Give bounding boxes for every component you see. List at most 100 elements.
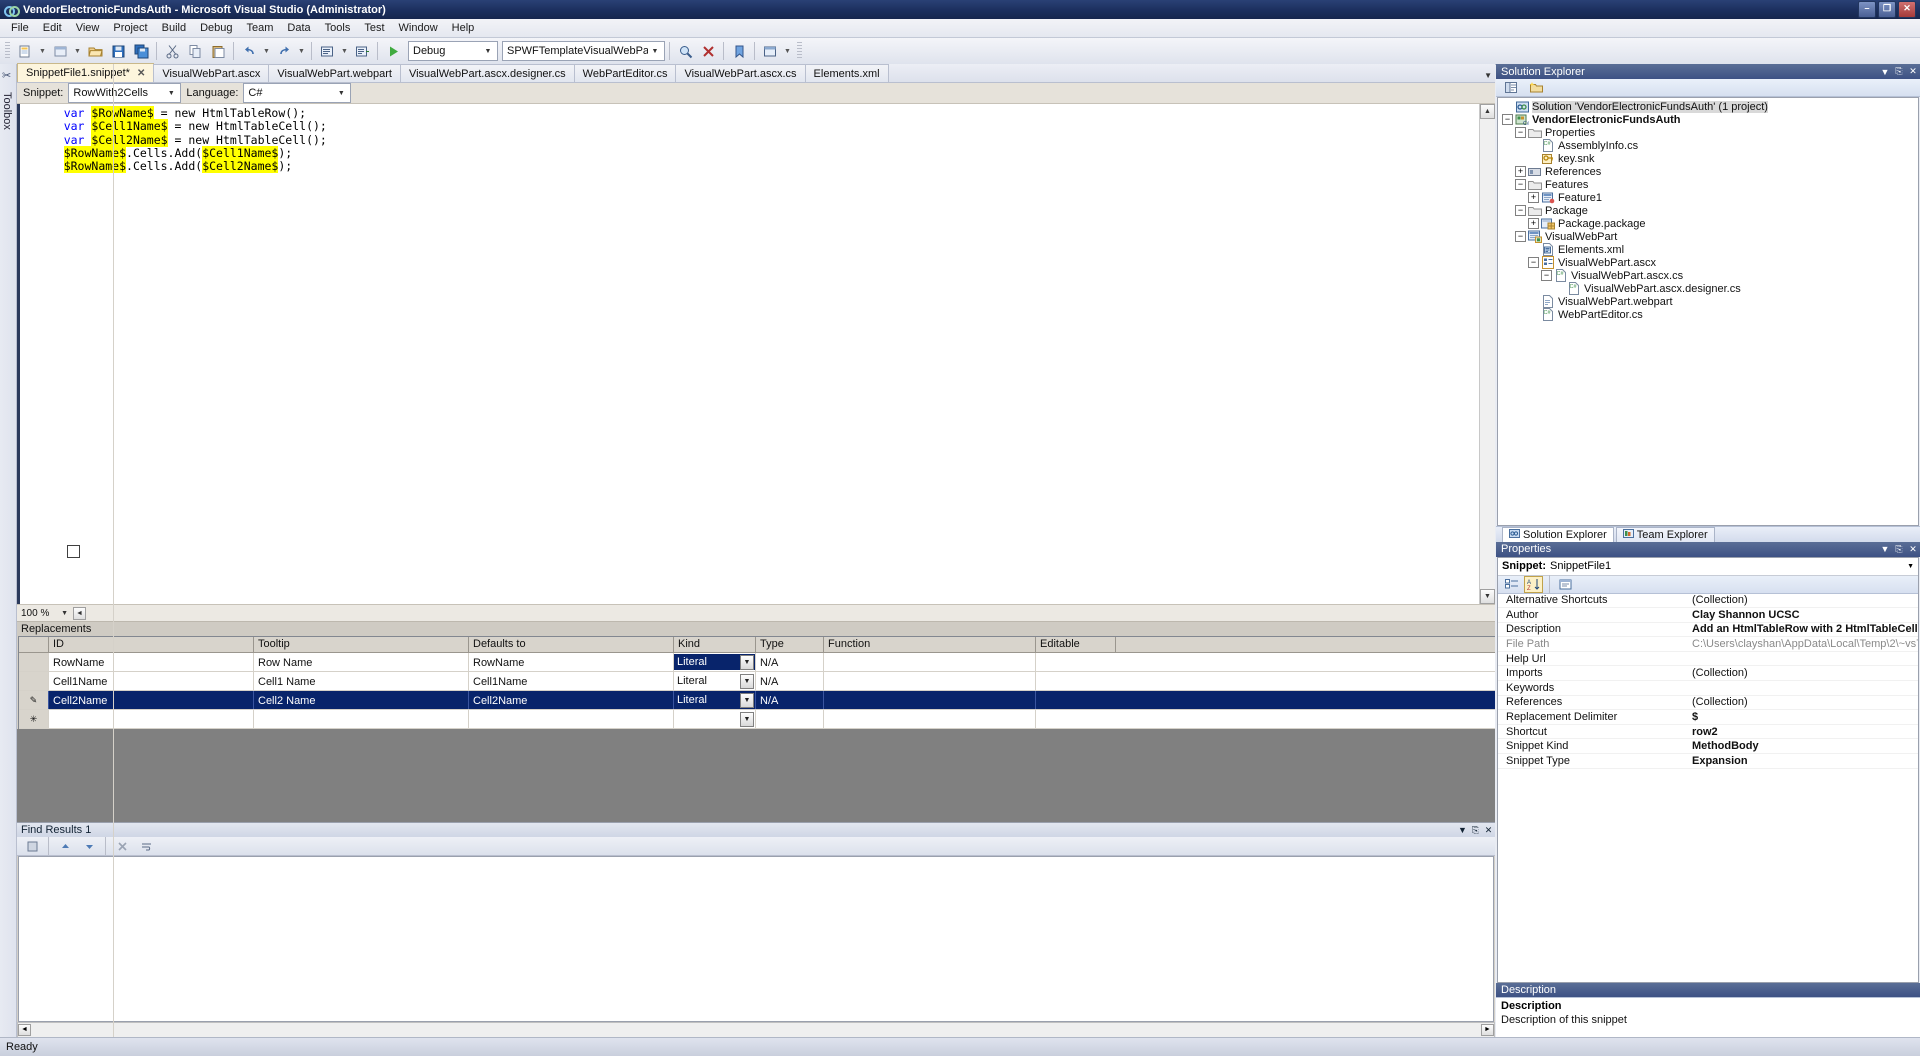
save-icon[interactable] <box>107 40 129 62</box>
cell-tooltip[interactable]: Cell2 Name <box>254 691 469 709</box>
property-row[interactable]: Help Url <box>1498 652 1918 667</box>
replacements-grid[interactable]: ID Tooltip Defaults to Kind Type Function Edit… <box>18 64 1495 1038</box>
cell-editable-checkbox[interactable] <box>34 64 114 1038</box>
menu-debug[interactable]: Debug <box>193 20 239 36</box>
property-value[interactable]: Expansion <box>1688 755 1918 767</box>
redo-icon[interactable] <box>273 40 295 62</box>
property-row[interactable]: Author Clay Shannon UCSC <box>1498 608 1918 623</box>
table-row[interactable]: Cell1Name Cell1 Name Cell1Name Literal ▼ N/A <box>19 64 1495 1038</box>
clear-results-icon[interactable] <box>111 835 133 857</box>
add-window-icon[interactable] <box>49 40 71 62</box>
tree-node[interactable]: + Package.package <box>1498 217 1918 230</box>
tab-webparteditor[interactable]: WebPartEditor.cs <box>573 64 677 82</box>
tree-node[interactable]: −C#VendorElectronicFundsAuth <box>1498 113 1918 126</box>
collapse-icon[interactable]: − <box>1515 127 1526 138</box>
alphabetical-icon[interactable]: AZ <box>1524 575 1543 593</box>
solution-configuration-dropdown[interactable]: Debug ▼ <box>408 41 498 61</box>
previous-result-icon[interactable] <box>54 835 76 857</box>
tree-node[interactable]: − Package <box>1498 204 1918 217</box>
cell-type[interactable]: N/A <box>756 653 824 671</box>
collapse-icon[interactable]: − <box>1541 270 1552 281</box>
chevron-down-icon-snippet[interactable]: ▼ <box>164 90 178 97</box>
properties-grid[interactable]: Snippet: SnippetFile1 ▼ AZ Alternative S… <box>1497 556 1919 983</box>
property-row[interactable]: File Path C:\Users\clayshan\AppData\Local… <box>1498 637 1918 652</box>
editor-vertical-scrollbar[interactable]: ▲ ▼ <box>1479 104 1495 604</box>
tree-node[interactable]: Elements.xml <box>1498 243 1918 256</box>
property-row[interactable]: References (Collection) <box>1498 696 1918 711</box>
tree-node[interactable]: − VisualWebPart.ascx <box>1498 256 1918 269</box>
menu-edit[interactable]: Edit <box>36 20 69 36</box>
maximize-button[interactable]: ❐ <box>1878 1 1896 18</box>
toggle-word-wrap-icon[interactable] <box>135 835 157 857</box>
collapse-icon[interactable]: − <box>1515 231 1526 242</box>
toolbar-grip[interactable] <box>5 42 10 60</box>
tree-node[interactable]: + References <box>1498 165 1918 178</box>
navigate-backward-icon[interactable] <box>316 40 338 62</box>
scroll-up-icon[interactable]: ▲ <box>1480 104 1495 119</box>
grid-column-header[interactable]: Kind <box>674 637 756 652</box>
tree-node[interactable]: key.snk <box>1498 152 1918 165</box>
scroll-left-icon-find[interactable]: ◄ <box>18 1024 31 1036</box>
collapse-icon[interactable]: − <box>1515 205 1526 216</box>
find-in-files-icon[interactable] <box>674 40 696 62</box>
dropdown-icon[interactable]: ▼ <box>1456 825 1469 835</box>
cell-tooltip[interactable]: Row Name <box>254 653 469 671</box>
chevron-down-icon-kind[interactable]: ▼ <box>740 673 754 689</box>
startup-project-dropdown[interactable]: SPWFTemplateVisualWebPart ▼ <box>502 41 665 61</box>
undo-icon[interactable] <box>238 40 260 62</box>
chevron-down-icon-kind[interactable]: ▼ <box>740 692 754 708</box>
collapse-icon[interactable]: − <box>1515 179 1526 190</box>
expand-icon[interactable]: + <box>1528 192 1539 203</box>
pin-icon-props[interactable]: ⎘ <box>1892 544 1906 555</box>
add-window-dropdown-arrow-icon[interactable]: ▼ <box>72 41 83 61</box>
find-results-horizontal-scrollbar[interactable]: ◄ ► <box>17 1022 1495 1038</box>
chevron-down-icon-language[interactable]: ▼ <box>334 90 348 97</box>
dock-tab-solution-explorer[interactable]: Solution Explorer <box>1502 526 1614 542</box>
expand-icon[interactable]: + <box>1528 218 1539 229</box>
tree-node[interactable]: VisualWebPart.webpart <box>1498 295 1918 308</box>
chevron-down-icon-kind[interactable]: ▼ <box>740 711 754 727</box>
close-icon-se[interactable]: ✕ <box>1906 66 1920 77</box>
property-row[interactable]: Imports (Collection) <box>1498 666 1918 682</box>
cell-tooltip[interactable]: Cell1 Name <box>254 672 469 690</box>
cell-kind-dropdown[interactable]: Literal ▼ <box>674 653 756 671</box>
tree-node[interactable]: C# WebPartEditor.cs <box>1498 308 1918 321</box>
cut-icon[interactable] <box>161 40 183 62</box>
navigate-dropdown-arrow-icon[interactable]: ▼ <box>339 41 350 61</box>
checkbox-icon[interactable] <box>67 544 80 558</box>
tree-node[interactable]: + Feature1 <box>1498 191 1918 204</box>
open-file-icon[interactable] <box>84 40 106 62</box>
stop-find-icon[interactable] <box>697 40 719 62</box>
dropdown-icon-props[interactable]: ▼ <box>1878 544 1892 554</box>
property-value[interactable]: Clay Shannon UCSC <box>1688 609 1918 621</box>
property-value[interactable]: (Collection) <box>1688 594 1918 606</box>
menu-help[interactable]: Help <box>445 20 482 36</box>
toolbar-grip-end[interactable] <box>797 42 802 60</box>
find-results-output[interactable] <box>18 856 1494 1022</box>
solution-explorer-tree[interactable]: Solution 'VendorElectronicFundsAuth' (1 … <box>1497 97 1919 526</box>
cell-kind-dropdown[interactable]: Literal ▼ <box>674 672 756 690</box>
close-icon-find[interactable]: ✕ <box>1482 825 1495 836</box>
copy-icon[interactable] <box>184 40 206 62</box>
code-text[interactable]: var $RowName$ = new HtmlTableRow(); var … <box>20 104 1495 174</box>
menu-build[interactable]: Build <box>155 20 193 36</box>
menu-project[interactable]: Project <box>106 20 154 36</box>
collapse-icon[interactable]: − <box>1502 114 1513 125</box>
property-row[interactable]: Alternative Shortcuts (Collection) <box>1498 594 1918 609</box>
cell-kind-dropdown[interactable]: ▼ <box>674 710 756 728</box>
cell-defaults-to[interactable]: Cell1Name <box>469 672 674 690</box>
categorized-icon[interactable] <box>1502 576 1521 593</box>
toolwindow-dropdown-arrow-icon[interactable]: ▼ <box>782 41 793 61</box>
pin-icon-se[interactable]: ⎘ <box>1892 66 1906 77</box>
chevron-down-icon[interactable]: ▼ <box>481 48 495 55</box>
new-item-icon[interactable] <box>14 40 36 62</box>
table-row[interactable]: ✎ Cell2Name Cell2 Name Cell2Name Literal ▼ N/A <box>19 64 1495 1038</box>
cell-defaults-to[interactable]: Cell2Name <box>469 691 674 709</box>
grid-column-header[interactable]: Function <box>824 637 1036 652</box>
tree-node[interactable]: C# VisualWebPart.ascx.designer.cs <box>1498 282 1918 295</box>
replacements-grid-rows[interactable]: RowName Row Name RowName Literal ▼ N/A Cell1Na… <box>19 64 1495 1038</box>
cell-kind-dropdown[interactable]: Literal ▼ <box>674 691 756 709</box>
tab-list-dropdown-icon[interactable]: ▼ <box>1484 71 1492 80</box>
pin-icon[interactable]: ⎘ <box>1469 825 1482 836</box>
cell-function[interactable] <box>824 672 1036 690</box>
